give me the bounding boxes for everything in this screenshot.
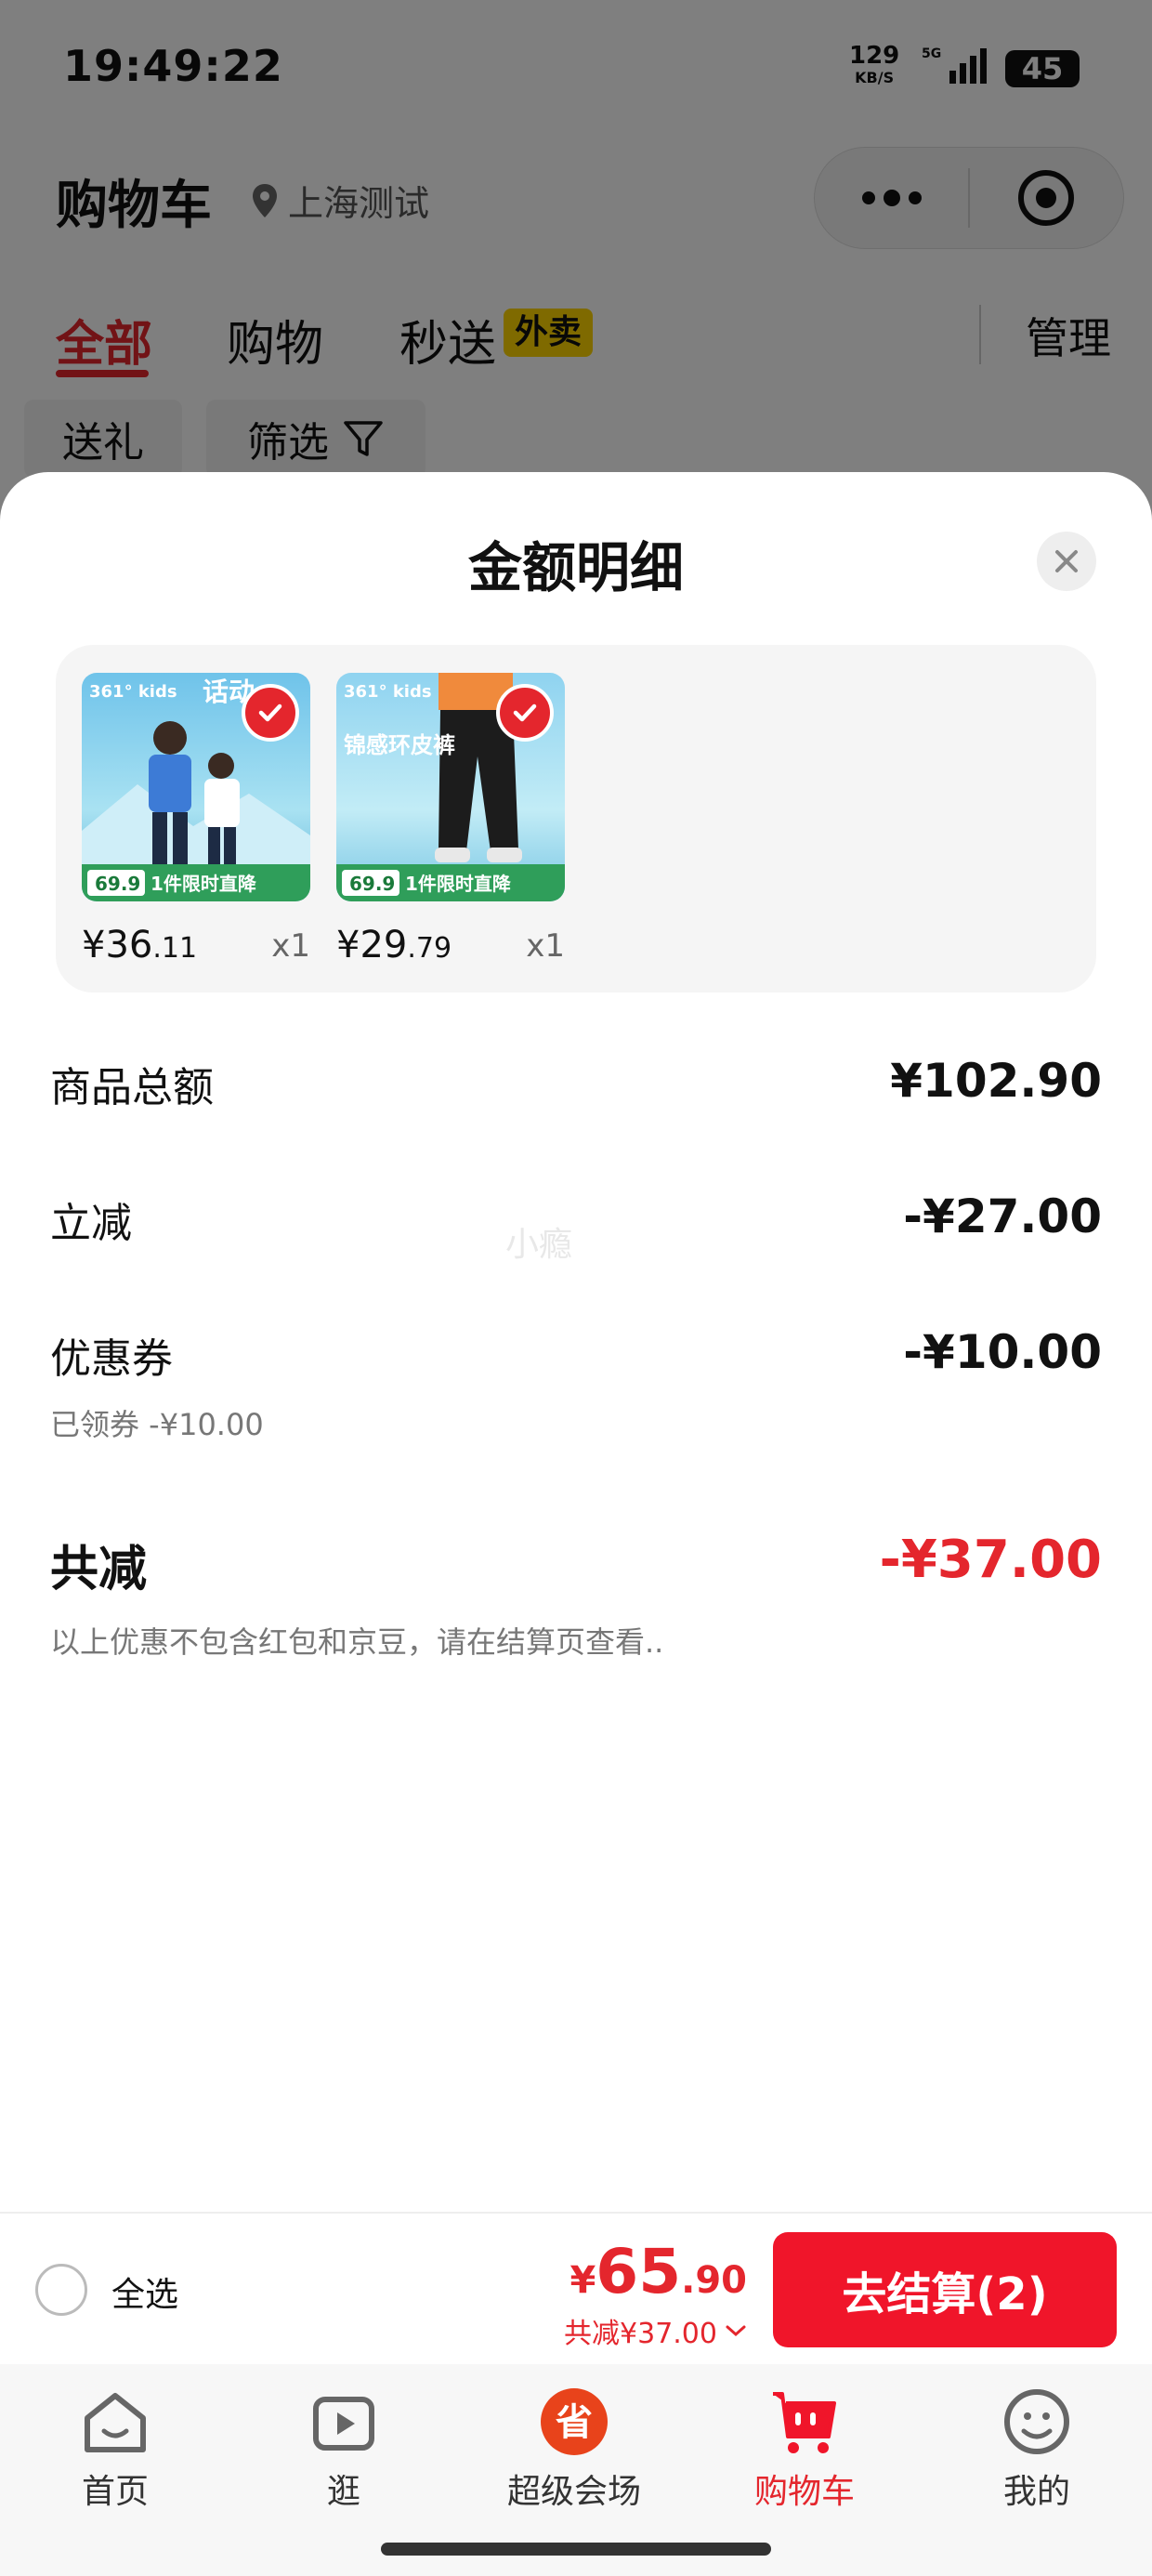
coupon-row: 优惠券 -¥10.00 已领券 -¥10.00	[50, 1325, 1102, 1446]
super-venue-icon: 省	[541, 2388, 608, 2455]
nav-profile[interactable]: 我的	[953, 2373, 1120, 2522]
cart-icon	[773, 2392, 836, 2453]
product-price: ¥29.79	[336, 924, 452, 966]
nav-browse[interactable]: 逛	[260, 2373, 427, 2522]
nav-home-label: 首页	[81, 2473, 149, 2511]
video-icon	[313, 2397, 374, 2451]
product-price-integer: ¥36	[82, 924, 153, 966]
checkmark-icon	[258, 703, 282, 722]
total-price: ¥65.90	[569, 2236, 747, 2307]
promo-price-label: 69.9	[95, 873, 140, 895]
nav-cart[interactable]: 购物车	[721, 2373, 888, 2522]
bottom-navigation: 首页 逛 省 超级会场 购物车 我的	[0, 2364, 1152, 2524]
product-image: 69.9 1件限时直降 361° kids 话动	[82, 673, 310, 901]
chevron-down-icon	[726, 2325, 746, 2337]
nav-browse-label: 逛	[326, 2473, 360, 2511]
home-indicator[interactable]	[381, 2543, 771, 2556]
nav-home[interactable]: 首页	[32, 2373, 199, 2522]
brand-logo-text: 361° kids	[89, 682, 177, 702]
selected-products: 69.9 1件限时直降 361° kids 话动 ¥36.11 x1 锦感环皮裤…	[56, 645, 1096, 992]
subtotal-row: 商品总额 ¥102.90	[50, 1054, 1102, 1119]
product-image: 锦感环皮裤 69.9 1件限时直降 361° kids	[336, 673, 565, 901]
coupon-claimed-note: 已领券 -¥10.00	[50, 1407, 264, 1442]
product-headline-text: 锦感环皮裤	[344, 732, 455, 758]
product-item[interactable]: 锦感环皮裤 69.9 1件限时直降 361° kids ¥29.79 x1	[336, 673, 565, 966]
selected-check-icon[interactable]	[496, 684, 554, 742]
promo-price-label: 69.9	[349, 873, 395, 895]
saving-summary[interactable]: 共减¥37.00	[564, 2310, 747, 2351]
nav-super-venue[interactable]: 省 超级会场	[491, 2373, 658, 2522]
instant-discount-label: 立减	[50, 1200, 132, 1247]
coupon-label: 优惠券	[50, 1335, 173, 1383]
total-discount-label: 共减	[50, 1542, 148, 1597]
product-price-row: ¥36.11 x1	[82, 924, 310, 970]
product-price-integer: ¥29	[336, 924, 408, 966]
promo-text-label: 1件限时直降	[405, 873, 512, 895]
coupon-value: -¥10.00	[903, 1325, 1102, 1379]
saving-summary-label: 共减¥37.00	[564, 2318, 717, 2350]
nav-super-venue-label: 超级会场	[506, 2473, 641, 2511]
profile-icon	[1004, 2389, 1069, 2454]
subtotal-label: 商品总额	[50, 1064, 214, 1111]
close-button[interactable]	[1037, 532, 1096, 591]
selected-check-icon[interactable]	[242, 684, 299, 742]
product-quantity: x1	[526, 927, 565, 965]
total-price-currency: ¥	[569, 2259, 596, 2302]
product-price-row: ¥29.79 x1	[336, 924, 565, 970]
select-all-label[interactable]: 全选	[111, 2267, 178, 2316]
svg-text:省: 省	[556, 2401, 593, 2444]
total-price-decimal: .90	[681, 2259, 747, 2302]
watermark: 小瘾	[505, 1226, 573, 1264]
nav-profile-label: 我的	[1002, 2473, 1070, 2511]
home-icon	[85, 2393, 146, 2452]
sheet-title: 金额明细	[467, 536, 684, 599]
checkout-bar: 全选 ¥65.90 共减¥37.00 去结算(2)	[0, 2212, 1152, 2364]
product-item[interactable]: 69.9 1件限时直降 361° kids 话动 ¥36.11 x1	[82, 673, 310, 966]
instant-discount-row: 立减 -¥27.00	[50, 1189, 1102, 1255]
product-quantity: x1	[271, 927, 310, 965]
product-price: ¥36.11	[82, 924, 197, 966]
discount-note: 以上优惠不包含红包和京豆，请在结算页查看..	[50, 1624, 664, 1660]
brand-logo-text: 361° kids	[344, 682, 432, 702]
close-icon	[1055, 550, 1078, 572]
instant-discount-value: -¥27.00	[903, 1189, 1102, 1243]
promo-text-label: 1件限时直降	[151, 873, 257, 895]
select-all-radio[interactable]	[35, 2264, 87, 2316]
total-price-integer: 65	[596, 2236, 682, 2307]
checkout-button[interactable]: 去结算(2)	[773, 2232, 1117, 2347]
product-price-decimal: .79	[407, 932, 452, 965]
total-discount-row: 共减 -¥37.00	[50, 1530, 1102, 1604]
nav-cart-label: 购物车	[753, 2473, 855, 2511]
subtotal-value: ¥102.90	[890, 1054, 1102, 1108]
total-discount-value: -¥37.00	[879, 1530, 1102, 1590]
product-price-decimal: .11	[152, 932, 198, 965]
checkmark-icon	[513, 703, 537, 722]
